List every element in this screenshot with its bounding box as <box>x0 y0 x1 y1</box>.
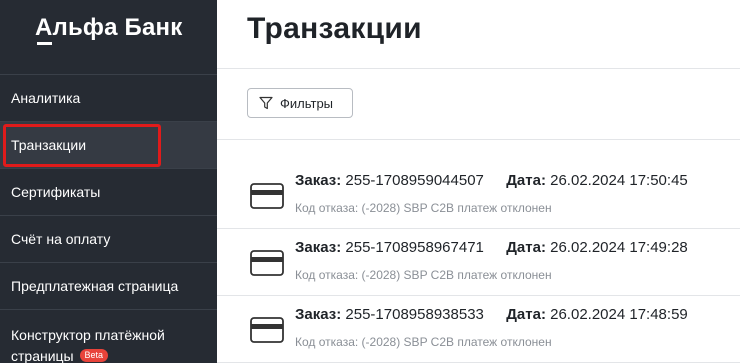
sidebar-item-payment-page-builder[interactable]: Конструктор платёжной страницы Beta <box>0 309 217 363</box>
sidebar-item-label: Сертификаты <box>11 184 101 200</box>
transaction-row[interactable]: Заказ: 255-1708958967471 Дата: 26.02.202… <box>217 230 740 296</box>
sidebar-item-transactions[interactable]: Транзакции <box>0 121 217 168</box>
sidebar: Альфа Банк Аналитика Транзакции Сертифик… <box>0 0 217 363</box>
sidebar-item-label: Предплатежная страница <box>11 278 179 294</box>
credit-card-icon <box>250 183 284 209</box>
transaction-date: 26.02.2024 17:49:28 <box>550 239 688 256</box>
order-number: 255-1708959044507 <box>345 172 484 189</box>
alfa-bank-logo[interactable]: Альфа Банк <box>35 14 182 42</box>
credit-card-icon <box>250 317 284 343</box>
transaction-row[interactable]: Заказ: 255-1708959044507 Дата: 26.02.202… <box>217 163 740 229</box>
filter-icon <box>259 96 273 110</box>
sidebar-item-invoice[interactable]: Счёт на оплату <box>0 215 217 262</box>
transaction-row[interactable]: Заказ: 255-1708958938533 Дата: 26.02.202… <box>217 297 740 363</box>
beta-badge: Beta <box>79 349 109 362</box>
main-content: Транзакции Фильтры Заказ: 255-1708959044… <box>217 0 740 363</box>
sidebar-item-label: Транзакции <box>11 137 87 153</box>
date-label: Дата: <box>506 172 546 189</box>
page-title: Транзакции <box>247 12 422 45</box>
order-label: Заказ: <box>295 172 342 189</box>
sidebar-item-analytics[interactable]: Аналитика <box>0 74 217 121</box>
order-number: 255-1708958938533 <box>345 306 484 323</box>
sidebar-item-certificates[interactable]: Сертификаты <box>0 168 217 215</box>
sidebar-item-label: Аналитика <box>11 90 81 106</box>
transaction-summary: Заказ: 255-1708958938533 Дата: 26.02.202… <box>295 306 688 323</box>
decline-reason: Код отказа: (-2028) SBP C2B платеж откло… <box>295 268 552 282</box>
transaction-summary: Заказ: 255-1708958967471 Дата: 26.02.202… <box>295 239 688 256</box>
transaction-date: 26.02.2024 17:48:59 <box>550 306 688 323</box>
filters-button[interactable]: Фильтры <box>247 88 353 118</box>
sidebar-item-prepayment-page[interactable]: Предплатежная страница <box>0 262 217 309</box>
order-number: 255-1708958967471 <box>345 239 484 256</box>
logo-underline <box>37 42 52 45</box>
date-label: Дата: <box>506 306 546 323</box>
decline-reason: Код отказа: (-2028) SBP C2B платеж откло… <box>295 201 552 215</box>
header-divider <box>217 68 740 69</box>
toolbar-divider <box>217 139 740 140</box>
credit-card-icon <box>250 250 284 276</box>
order-label: Заказ: <box>295 239 342 256</box>
transaction-summary: Заказ: 255-1708959044507 Дата: 26.02.202… <box>295 172 688 189</box>
order-label: Заказ: <box>295 306 342 323</box>
sidebar-item-label: Счёт на оплату <box>11 231 111 247</box>
date-label: Дата: <box>506 239 546 256</box>
sidebar-item-label: Конструктор платёжной страницы Beta <box>11 325 181 363</box>
filters-button-label: Фильтры <box>280 95 334 111</box>
transaction-date: 26.02.2024 17:50:45 <box>550 172 688 189</box>
decline-reason: Код отказа: (-2028) SBP C2B платеж откло… <box>295 335 552 349</box>
